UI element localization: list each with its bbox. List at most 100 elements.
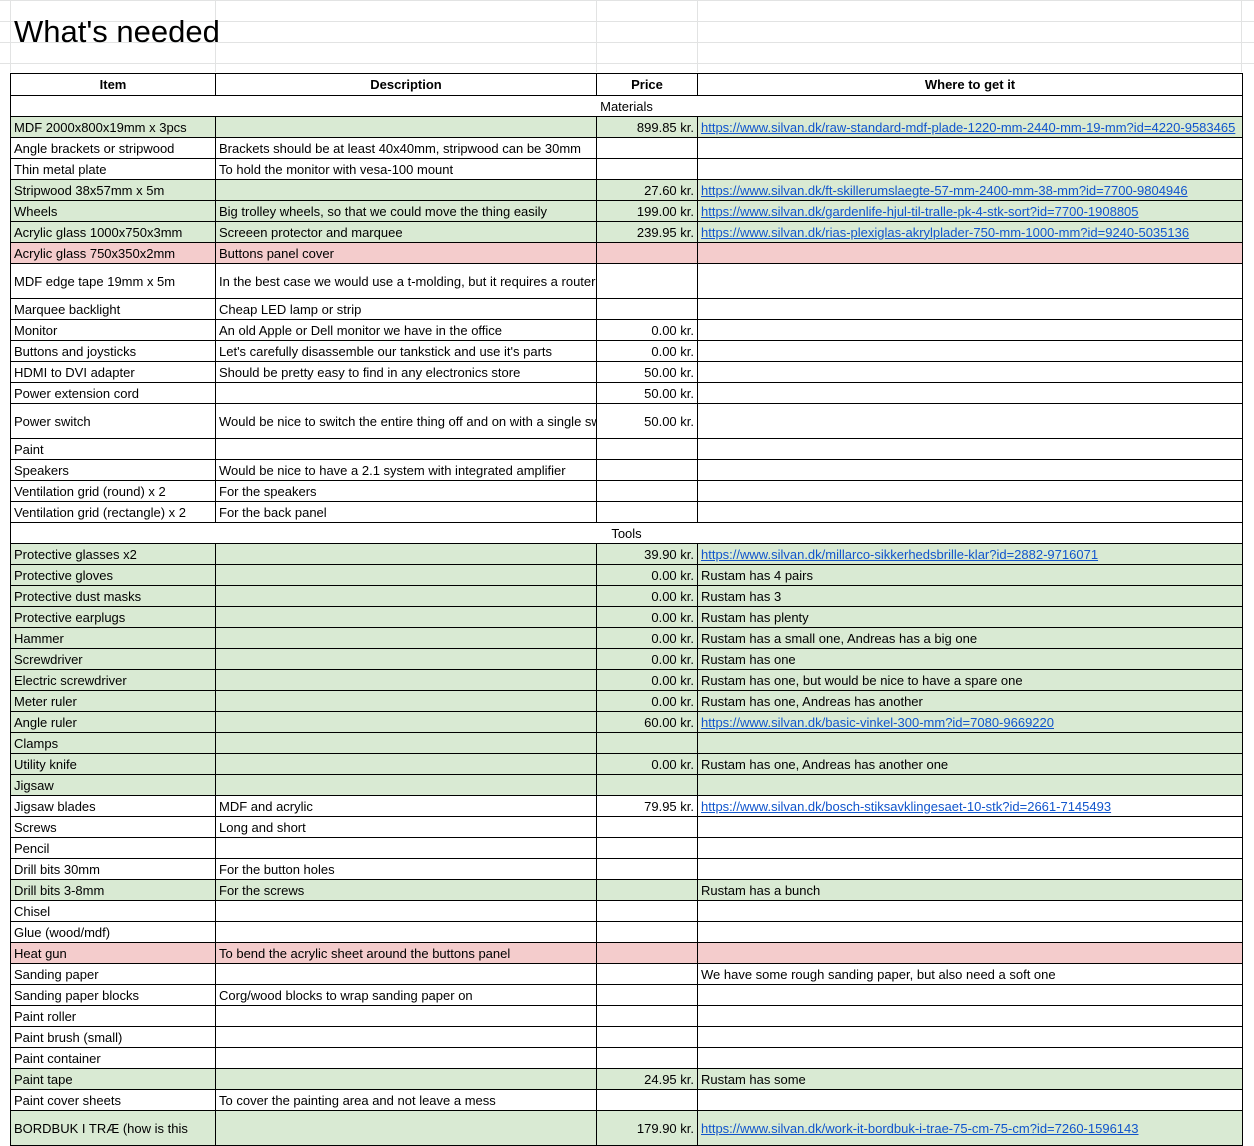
- where-cell[interactable]: [697, 900, 1243, 922]
- price-cell[interactable]: [596, 1047, 698, 1069]
- description-cell[interactable]: [215, 753, 597, 775]
- where-cell[interactable]: [697, 137, 1243, 159]
- price-cell[interactable]: 0.00 kr.: [596, 340, 698, 362]
- price-cell[interactable]: [596, 1089, 698, 1111]
- item-cell[interactable]: Paint: [10, 438, 216, 460]
- where-cell[interactable]: Rustam has one, but would be nice to hav…: [697, 669, 1243, 691]
- price-cell[interactable]: 0.00 kr.: [596, 627, 698, 649]
- price-cell[interactable]: 0.00 kr.: [596, 753, 698, 775]
- description-cell[interactable]: [215, 606, 597, 628]
- where-cell[interactable]: Rustam has one, Andreas has another: [697, 690, 1243, 712]
- where-cell[interactable]: [697, 361, 1243, 383]
- description-cell[interactable]: [215, 382, 597, 404]
- item-cell[interactable]: Drill bits 30mm: [10, 858, 216, 880]
- product-link[interactable]: https://www.silvan.dk/bosch-stiksavkling…: [701, 799, 1111, 814]
- where-cell[interactable]: Rustam has 4 pairs: [697, 564, 1243, 586]
- where-cell[interactable]: [697, 1047, 1243, 1069]
- item-cell[interactable]: Protective gloves: [10, 564, 216, 586]
- price-cell[interactable]: 0.00 kr.: [596, 585, 698, 607]
- item-cell[interactable]: Clamps: [10, 732, 216, 754]
- item-cell[interactable]: Paint brush (small): [10, 1026, 216, 1048]
- where-cell[interactable]: [697, 984, 1243, 1006]
- header-item[interactable]: Item: [10, 73, 216, 96]
- product-link[interactable]: https://www.silvan.dk/millarco-sikkerhed…: [701, 547, 1098, 562]
- product-link[interactable]: https://www.silvan.dk/ft-skillerumslaegt…: [701, 183, 1188, 198]
- where-cell[interactable]: [697, 459, 1243, 481]
- item-cell[interactable]: Ventilation grid (round) x 2: [10, 480, 216, 502]
- where-cell[interactable]: Rustam has a bunch: [697, 879, 1243, 901]
- item-cell[interactable]: Speakers: [10, 459, 216, 481]
- section-header[interactable]: Tools: [10, 522, 1243, 544]
- item-cell[interactable]: Protective dust masks: [10, 585, 216, 607]
- price-cell[interactable]: 239.95 kr.: [596, 221, 698, 243]
- where-cell[interactable]: [697, 480, 1243, 502]
- description-cell[interactable]: [215, 116, 597, 138]
- description-cell[interactable]: For the button holes: [215, 858, 597, 880]
- item-cell[interactable]: Pencil: [10, 837, 216, 859]
- price-cell[interactable]: [596, 942, 698, 964]
- price-cell[interactable]: 50.00 kr.: [596, 403, 698, 439]
- price-cell[interactable]: 24.95 kr.: [596, 1068, 698, 1090]
- price-cell[interactable]: 0.00 kr.: [596, 690, 698, 712]
- where-cell[interactable]: [697, 1089, 1243, 1111]
- where-cell[interactable]: https://www.silvan.dk/gardenlife-hjul-ti…: [697, 200, 1243, 222]
- description-cell[interactable]: [215, 564, 597, 586]
- description-cell[interactable]: [215, 1110, 597, 1146]
- price-cell[interactable]: 50.00 kr.: [596, 382, 698, 404]
- item-cell[interactable]: Monitor: [10, 319, 216, 341]
- product-link[interactable]: https://www.silvan.dk/gardenlife-hjul-ti…: [701, 204, 1139, 219]
- where-cell[interactable]: Rustam has some: [697, 1068, 1243, 1090]
- item-cell[interactable]: Sanding paper: [10, 963, 216, 985]
- item-cell[interactable]: Thin metal plate: [10, 158, 216, 180]
- price-cell[interactable]: [596, 459, 698, 481]
- where-cell[interactable]: [697, 340, 1243, 362]
- product-link[interactable]: https://www.silvan.dk/rias-plexiglas-akr…: [701, 225, 1189, 240]
- where-cell[interactable]: https://www.silvan.dk/raw-standard-mdf-p…: [697, 116, 1243, 138]
- where-cell[interactable]: [697, 158, 1243, 180]
- description-cell[interactable]: Brackets should be at least 40x40mm, str…: [215, 137, 597, 159]
- item-cell[interactable]: Hammer: [10, 627, 216, 649]
- item-cell[interactable]: Paint container: [10, 1047, 216, 1069]
- description-cell[interactable]: [215, 627, 597, 649]
- description-cell[interactable]: Buttons panel cover: [215, 242, 597, 264]
- price-cell[interactable]: [596, 1005, 698, 1027]
- description-cell[interactable]: For the speakers: [215, 480, 597, 502]
- price-cell[interactable]: 0.00 kr.: [596, 648, 698, 670]
- item-cell[interactable]: Power switch: [10, 403, 216, 439]
- description-cell[interactable]: [215, 900, 597, 922]
- description-cell[interactable]: [215, 963, 597, 985]
- where-cell[interactable]: Rustam has a small one, Andreas has a bi…: [697, 627, 1243, 649]
- description-cell[interactable]: [215, 711, 597, 733]
- price-cell[interactable]: 899.85 kr.: [596, 116, 698, 138]
- price-cell[interactable]: [596, 1026, 698, 1048]
- header-description[interactable]: Description: [215, 73, 597, 96]
- item-cell[interactable]: HDMI to DVI adapter: [10, 361, 216, 383]
- item-cell[interactable]: Paint roller: [10, 1005, 216, 1027]
- price-cell[interactable]: [596, 732, 698, 754]
- description-cell[interactable]: [215, 1047, 597, 1069]
- where-cell[interactable]: [697, 501, 1243, 523]
- price-cell[interactable]: [596, 438, 698, 460]
- price-cell[interactable]: 60.00 kr.: [596, 711, 698, 733]
- header-where[interactable]: Where to get it: [697, 73, 1243, 96]
- description-cell[interactable]: Would be nice to switch the entire thing…: [215, 403, 597, 439]
- price-cell[interactable]: [596, 858, 698, 880]
- item-cell[interactable]: Utility knife: [10, 753, 216, 775]
- description-cell[interactable]: To bend the acrylic sheet around the but…: [215, 942, 597, 964]
- item-cell[interactable]: Screwdriver: [10, 648, 216, 670]
- item-cell[interactable]: Electric screwdriver: [10, 669, 216, 691]
- price-cell[interactable]: 39.90 kr.: [596, 543, 698, 565]
- description-cell[interactable]: For the screws: [215, 879, 597, 901]
- item-cell[interactable]: Buttons and joysticks: [10, 340, 216, 362]
- item-cell[interactable]: BORDBUK I TRÆ (how is this: [10, 1110, 216, 1146]
- where-cell[interactable]: Rustam has plenty: [697, 606, 1243, 628]
- item-cell[interactable]: Protective glasses x2: [10, 543, 216, 565]
- price-cell[interactable]: [596, 298, 698, 320]
- description-cell[interactable]: [215, 1026, 597, 1048]
- item-cell[interactable]: Jigsaw: [10, 774, 216, 796]
- where-cell[interactable]: [697, 382, 1243, 404]
- price-cell[interactable]: [596, 921, 698, 943]
- where-cell[interactable]: Rustam has 3: [697, 585, 1243, 607]
- item-cell[interactable]: Acrylic glass 750x350x2mm: [10, 242, 216, 264]
- price-cell[interactable]: 50.00 kr.: [596, 361, 698, 383]
